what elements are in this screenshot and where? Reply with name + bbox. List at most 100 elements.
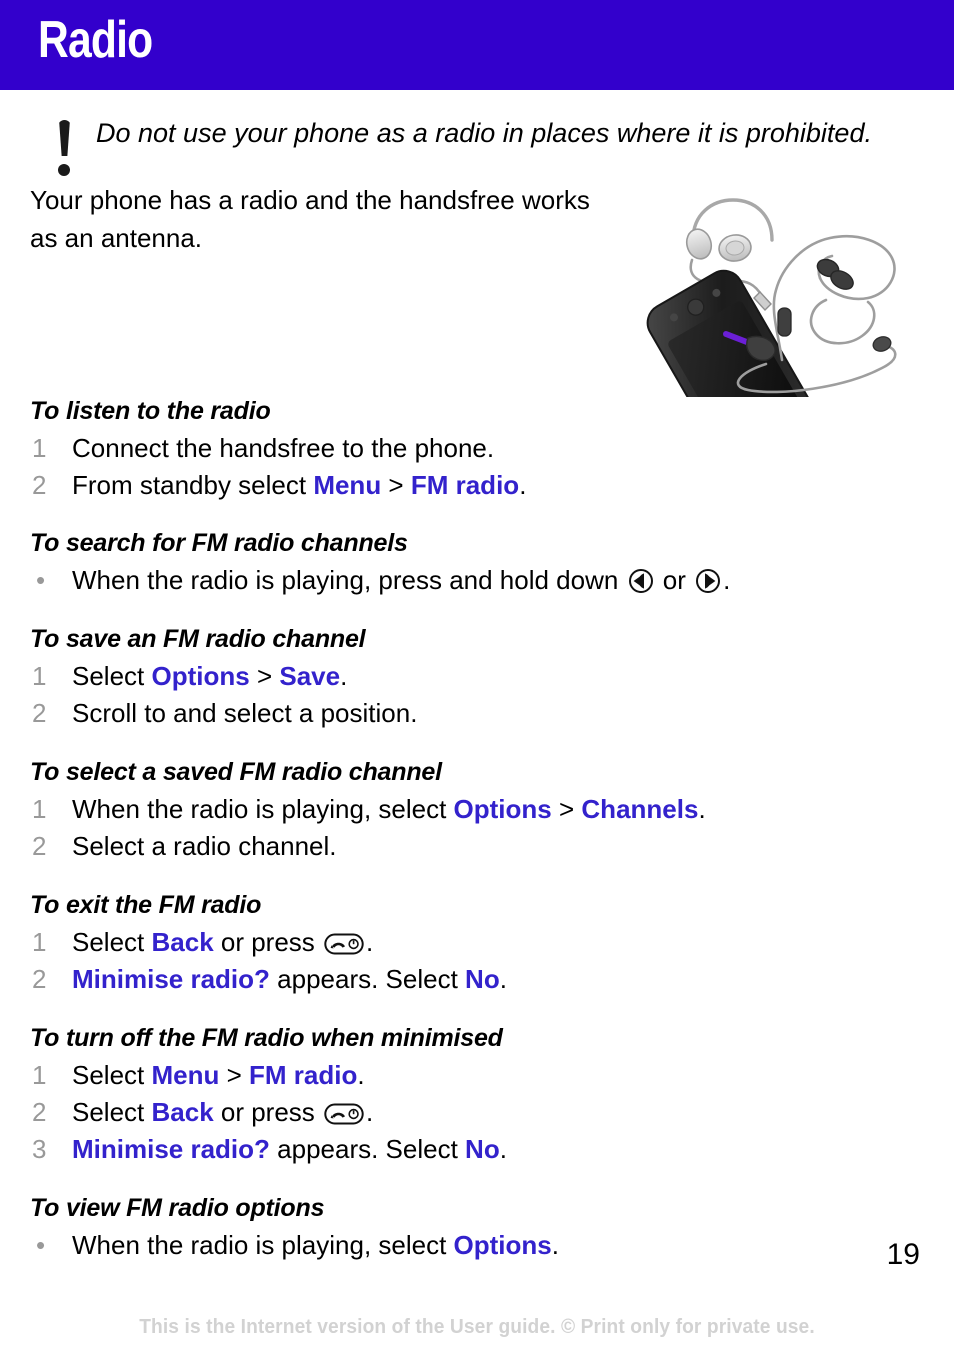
section-heading: To save an FM radio channel	[30, 625, 366, 654]
step-item: 2 From standby select Menu > FM radio.	[30, 467, 924, 504]
step-item: • When the radio is playing, press and ho…	[30, 562, 924, 599]
instruction-section: To turn off the FM radio when minimised 1…	[0, 1024, 954, 1168]
section-heading: To turn off the FM radio when minimised	[30, 1023, 503, 1052]
step-text: .	[519, 469, 527, 500]
step-text: When the radio is playing, press and hol…	[72, 565, 626, 596]
ui-term[interactable]: Channels	[581, 794, 698, 824]
ui-term[interactable]: No	[465, 964, 500, 994]
instruction-section: To select a saved FM radio channel 1 When …	[0, 758, 954, 865]
page-content: Do not use your phone as a radio in plac…	[0, 90, 954, 1263]
ui-term[interactable]: FM radio	[249, 1060, 357, 1090]
step-text: or press	[213, 926, 323, 957]
ui-term[interactable]: Save	[279, 661, 340, 691]
step-text: Select	[72, 1059, 152, 1090]
step-number-marker: 2	[32, 469, 47, 500]
step-bullet-marker: •	[36, 1229, 46, 1260]
step-text: Select	[72, 1096, 152, 1127]
step-item: 1 Select Menu > FM radio.	[30, 1057, 924, 1094]
step-number-marker: 2	[32, 831, 47, 862]
ui-term[interactable]: FM radio	[411, 470, 519, 500]
warning-note: Do not use your phone as a radio in plac…	[0, 116, 954, 176]
step-number-marker: 2	[32, 963, 47, 994]
path-separator: >	[551, 794, 582, 825]
step-text: or press	[213, 1096, 323, 1127]
step-text: .	[551, 1229, 559, 1260]
phone-with-handsfree-photo	[630, 182, 930, 397]
ui-term[interactable]: Back	[152, 927, 214, 957]
ui-term[interactable]: Back	[152, 1097, 214, 1127]
step-list: 1 Select Menu > FM radio. 2 Select Back or …	[30, 1057, 924, 1168]
ui-term[interactable]: Options	[454, 1230, 552, 1260]
step-number-marker: 3	[32, 1133, 47, 1164]
step-text: Select a radio channel.	[72, 831, 337, 862]
intro-paragraph: Your phone has a radio and the handsfree…	[30, 184, 590, 253]
step-list: 1 Select Back or press . 2 Minimise radio? …	[30, 924, 924, 998]
step-item: 3 Minimise radio? appears. Select No.	[30, 1131, 924, 1168]
ui-term[interactable]: Minimise radio?	[72, 964, 270, 994]
nav-key-right-icon	[695, 568, 721, 594]
step-text: .	[340, 661, 348, 692]
instruction-section: To view FM radio options • When the radio …	[0, 1194, 954, 1264]
step-number-marker: 2	[32, 1096, 47, 1127]
step-bullet-marker: •	[36, 565, 46, 596]
step-list: 1 Select Options > Save. 2 Scroll to and se…	[30, 658, 924, 732]
step-item: 2 Select a radio channel.	[30, 828, 924, 865]
step-text: .	[499, 963, 507, 994]
step-item: 1 Select Options > Save.	[30, 658, 924, 695]
path-separator: >	[219, 1059, 250, 1090]
step-number-marker: 1	[32, 794, 47, 825]
step-text: Scroll to and select a position.	[72, 698, 418, 729]
step-item: 2 Select Back or press .	[30, 1094, 924, 1131]
step-text: .	[357, 1059, 365, 1090]
step-list: • When the radio is playing, select Optio…	[30, 1227, 924, 1264]
section-heading: To exit the FM radio	[30, 890, 262, 919]
nav-key-left-icon	[628, 568, 654, 594]
step-text: .	[499, 1133, 507, 1164]
step-item: 1 Select Back or press .	[30, 924, 924, 961]
step-text: appears. Select	[269, 963, 466, 994]
intro-row: Your phone has a radio and the handsfree…	[0, 182, 954, 397]
step-text: .	[698, 794, 706, 825]
step-item: 1 Connect the handsfree to the phone.	[30, 430, 924, 467]
section-heading: To search for FM radio channels	[30, 529, 408, 558]
section-heading: To select a saved FM radio channel	[30, 758, 442, 787]
step-item: • When the radio is playing, select Optio…	[30, 1227, 924, 1264]
step-item: 2 Scroll to and select a position.	[30, 695, 924, 732]
step-text: Connect the handsfree to the phone.	[72, 432, 495, 463]
step-text: When the radio is playing, select	[72, 794, 454, 825]
warning-note-text: Do not use your phone as a radio in plac…	[96, 118, 872, 148]
step-list: 1 When the radio is playing, select Optio…	[30, 791, 924, 865]
step-list: 1 Connect the handsfree to the phone. 2 Fro…	[30, 430, 924, 504]
ui-term[interactable]: Menu	[313, 470, 381, 500]
end-call-key-icon	[324, 1102, 364, 1126]
ui-term[interactable]: No	[465, 1134, 500, 1164]
step-number-marker: 1	[32, 661, 47, 692]
ui-term[interactable]: Minimise radio?	[72, 1134, 270, 1164]
step-item: 2 Minimise radio? appears. Select No.	[30, 961, 924, 998]
instruction-section: To save an FM radio channel 1 Select Optio…	[0, 625, 954, 732]
instruction-section: To search for FM radio channels • When the…	[0, 529, 954, 599]
step-text: .	[366, 1096, 374, 1127]
ui-term[interactable]: Menu	[152, 1060, 220, 1090]
step-number-marker: 1	[32, 1059, 47, 1090]
path-separator: >	[249, 661, 280, 692]
ui-term[interactable]: Options	[454, 794, 552, 824]
page-number: 19	[886, 1238, 920, 1271]
step-text: From standby select	[72, 469, 314, 500]
footer-note: This is the Internet version of the User…	[139, 1316, 815, 1338]
step-list: • When the radio is playing, press and ho…	[30, 562, 924, 599]
section-heading: To listen to the radio	[30, 396, 271, 425]
step-text: .	[366, 926, 374, 957]
step-number-marker: 2	[32, 698, 47, 729]
page-title: Radio	[38, 11, 153, 69]
step-item: 1 When the radio is playing, select Optio…	[30, 791, 924, 828]
step-text: Select	[72, 926, 152, 957]
instruction-section: To exit the FM radio 1 Select Back or pres…	[0, 891, 954, 998]
step-text: or	[655, 565, 694, 596]
instruction-section: To listen to the radio 1 Connect the hands…	[0, 397, 954, 504]
section-heading: To view FM radio options	[30, 1193, 325, 1222]
step-number-marker: 1	[32, 432, 47, 463]
path-separator: >	[381, 469, 411, 500]
step-text: When the radio is playing, select	[72, 1229, 454, 1260]
ui-term[interactable]: Options	[152, 661, 250, 691]
